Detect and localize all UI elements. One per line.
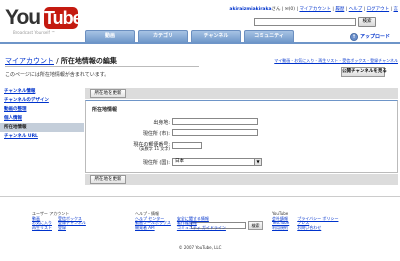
footer-column-account: ユーザー アカウント 動画 お気に入り 再生リスト 受信ボックス 登録チャンネル… [32, 211, 86, 231]
footer-link[interactable]: コミュニティ ガイドライン [177, 225, 226, 231]
page-heading: 所在地情報の編集 [60, 57, 117, 65]
sidebar-item-personal-info[interactable]: 個人情報 [0, 114, 84, 123]
country-select[interactable]: 日本 ▼ [172, 158, 262, 166]
logo-you-text: You [5, 6, 41, 29]
hometown-label: 出身地: [153, 120, 170, 126]
header-user-links: akiraizmiakirakaさん | ✉(0) | マイアカウント | 履歴… [229, 7, 399, 12]
upload-link[interactable]: ↑ アップロード [350, 31, 398, 42]
footer-search-button[interactable]: 検索 [248, 221, 263, 230]
city-label: 現住所 (市): [142, 131, 170, 137]
update-location-button-top[interactable]: 所在地を更新 [90, 89, 126, 98]
breadcrumb-my-account[interactable]: マイアカウント [5, 57, 54, 65]
search-input[interactable] [254, 18, 356, 26]
copyright: © 2007 YouTube, LLC [178, 245, 222, 250]
footer-column-help: ヘルプ・情報 ヘルプ センター 動画ツールボックス 開発者 API 安全に関する… [135, 211, 226, 231]
sidebar-item-location[interactable]: 所在地情報 [0, 123, 84, 132]
sidebar-item-channel-design[interactable]: チャンネルのデザイン [0, 96, 84, 105]
tab-videos[interactable]: 動画 [85, 30, 135, 42]
hometown-field[interactable] [172, 118, 258, 125]
logo-tagline: Broadcast Yourself ™ [13, 30, 56, 35]
page-description: このページには所在地情報が含まれています。 [5, 72, 110, 78]
username-suffix: さん [271, 7, 281, 12]
nav-divider [0, 42, 400, 44]
top-action-bar: 所在地を更新 [85, 88, 398, 99]
update-location-button-bottom[interactable]: 所在地を更新 [90, 175, 126, 184]
inbox-count[interactable]: (0) [289, 7, 295, 12]
footer-column-youtube: YouTube 会社情報 TestTube 利用規約 プライバシー ポリシー プ… [272, 211, 338, 231]
footer-link[interactable]: お問い合わせ [297, 225, 338, 231]
upload-icon: ↑ [350, 32, 358, 41]
sidebar-item-channel-info[interactable]: チャンネル情報 [0, 87, 84, 96]
location-form: 所在地情報 出身地: 現住所 (市): 現在の郵便番号: (英数字 11 文字)… [85, 100, 398, 173]
view-public-channel-button[interactable]: 公開チャンネルを見る [341, 67, 387, 77]
section-title: 所在地情報 [92, 107, 118, 113]
page-title: マイアカウント / 所在地情報の編集 [5, 56, 117, 66]
footer-link[interactable]: 登録 [58, 225, 86, 231]
upload-label: アップロード [360, 34, 391, 40]
main-nav: 動画 カテゴリ チャンネル コミュニティ [85, 30, 294, 42]
settings-sidebar: チャンネル情報 チャンネルのデザイン 動画の整理 個人情報 所在地情報 チャンネ… [0, 87, 84, 141]
footer-link[interactable]: 再生リスト [32, 225, 52, 231]
sidebar-item-channel-url[interactable]: チャンネル URL [0, 132, 84, 141]
title-underline [5, 66, 199, 67]
tab-community[interactable]: コミュニティ [244, 30, 294, 42]
breadcrumb-separator: / [56, 57, 59, 65]
city-field[interactable] [172, 129, 258, 136]
help-link[interactable]: ヘルプ [349, 7, 363, 12]
footer-link[interactable]: 開発者 API [135, 225, 171, 231]
sidebar-item-organize-videos[interactable]: 動画の整理 [0, 105, 84, 114]
tab-categories[interactable]: カテゴリ [138, 30, 188, 42]
footer-link[interactable]: 利用規約 [272, 225, 289, 231]
footer-divider [0, 196, 400, 197]
username-link[interactable]: akiraizmiakiraka [229, 7, 271, 12]
zip-hint: (英数字 11 文字) [139, 146, 170, 151]
tab-channels[interactable]: チャンネル [191, 30, 241, 42]
zip-field[interactable] [172, 142, 202, 149]
chevron-down-icon[interactable]: ▼ [254, 159, 261, 165]
my-account-link[interactable]: マイアカウント [299, 7, 331, 12]
account-sublinks[interactable]: マイ動画 - お気に入り - 再生リスト - 受信ボックス - 登録チャンネル [256, 58, 398, 64]
bottom-action-bar: 所在地を更新 [85, 174, 398, 185]
search-button[interactable]: 検索 [358, 17, 376, 27]
youtube-logo[interactable]: You Tube Broadcast Yourself ™ [5, 6, 83, 35]
language-link[interactable]: 言 [394, 7, 399, 12]
logo-tube-text: Tube [44, 7, 83, 29]
country-label: 現住所 (国): [142, 160, 170, 166]
logout-link[interactable]: ログアウト [367, 7, 390, 12]
country-value: 日本 [175, 159, 184, 164]
history-link[interactable]: 履歴 [335, 7, 344, 12]
